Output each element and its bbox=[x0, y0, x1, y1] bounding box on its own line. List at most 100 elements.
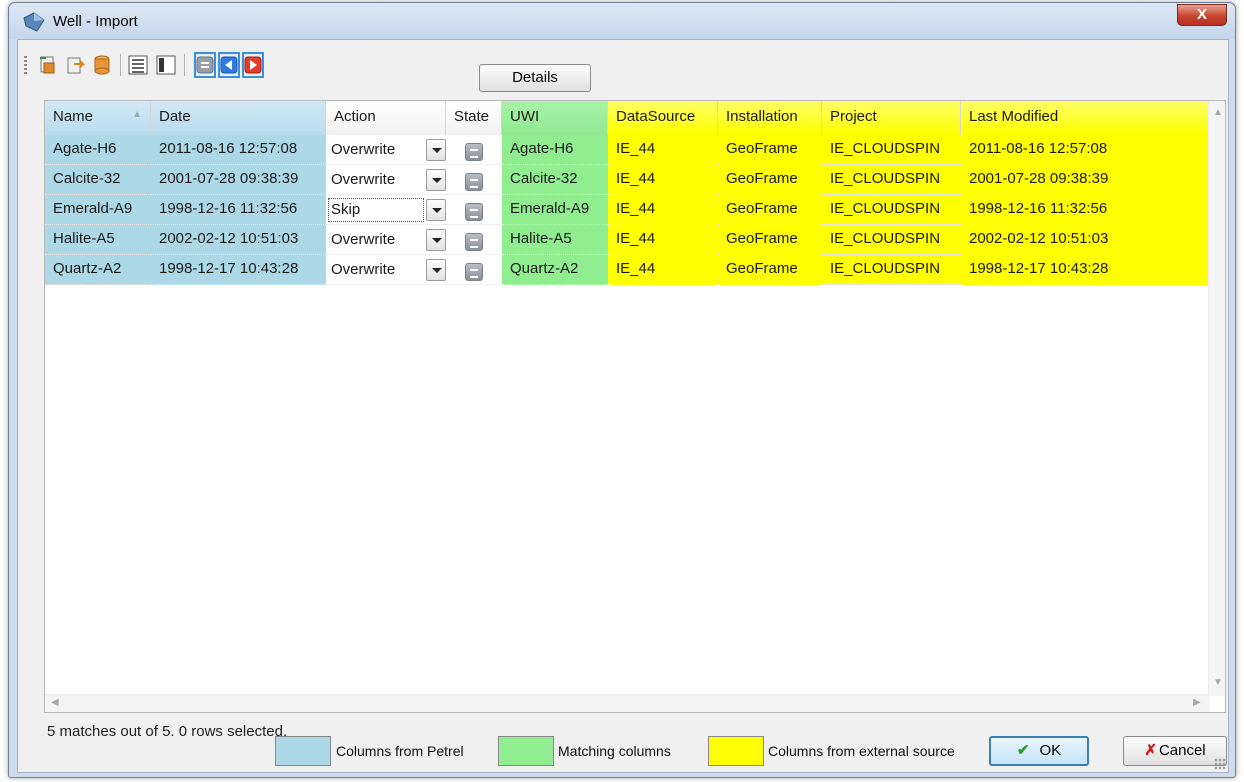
chevron-down-icon[interactable] bbox=[426, 169, 446, 191]
toolbar: Details bbox=[18, 40, 1228, 100]
action-value: Overwrite bbox=[331, 171, 396, 188]
cell-project: IE_CLOUDSPIN bbox=[822, 165, 961, 195]
legend-swatch-matching bbox=[498, 736, 554, 766]
action-dropdown[interactable]: Overwrite bbox=[328, 228, 424, 252]
column-header-name[interactable]: Name ▲ bbox=[45, 101, 151, 135]
well-icon bbox=[23, 12, 45, 32]
action-dropdown[interactable]: Overwrite bbox=[328, 258, 424, 282]
column-view-icon[interactable] bbox=[156, 54, 176, 76]
title-bar[interactable]: Well - Import X bbox=[9, 3, 1235, 39]
state-filter-button[interactable] bbox=[194, 52, 216, 78]
cell-state bbox=[446, 225, 502, 255]
legend-label-petrel: Columns from Petrel bbox=[336, 743, 464, 759]
cell-uwi: Emerald-A9 bbox=[502, 195, 608, 225]
sort-ascending-icon: ▲ bbox=[132, 109, 142, 120]
cell-last-modified: 1998-12-16 11:32:56 bbox=[961, 195, 1210, 225]
column-header-datasource[interactable]: DataSource bbox=[608, 101, 718, 135]
action-dropdown[interactable]: Overwrite bbox=[328, 168, 424, 192]
arrow-left-icon bbox=[220, 56, 238, 74]
list-view-icon[interactable] bbox=[128, 54, 148, 76]
table-row[interactable]: Halite-A5 2002-02-12 10:51:03 Overwrite … bbox=[45, 225, 1210, 255]
cell-project: IE_CLOUDSPIN bbox=[822, 255, 961, 285]
cancel-button[interactable]: ✗ Cancel bbox=[1123, 736, 1227, 766]
state-icon[interactable] bbox=[465, 233, 483, 251]
scroll-down-icon[interactable]: ▼ bbox=[1213, 677, 1223, 688]
column-header-state[interactable]: State bbox=[446, 101, 502, 135]
export-icon[interactable] bbox=[66, 54, 86, 76]
action-dropdown[interactable]: Overwrite bbox=[328, 138, 424, 162]
action-dropdown[interactable]: Skip bbox=[328, 198, 424, 222]
cell-uwi: Calcite-32 bbox=[502, 165, 608, 195]
column-header-project[interactable]: Project bbox=[822, 101, 961, 135]
horizontal-scrollbar[interactable]: ◀ ▶ bbox=[45, 694, 1210, 712]
legend-swatch-external bbox=[708, 736, 764, 766]
cell-name: Emerald-A9 bbox=[45, 195, 151, 225]
scroll-right-icon[interactable]: ▶ bbox=[1193, 697, 1201, 708]
column-header-date[interactable]: Date bbox=[151, 101, 326, 135]
cancel-icon: ✗ bbox=[1144, 742, 1157, 759]
well-grid: Name ▲ Date Action State UWI DataSource … bbox=[44, 100, 1226, 713]
legend-label-external: Columns from external source bbox=[768, 743, 955, 759]
cell-date: 1998-12-16 11:32:56 bbox=[151, 195, 326, 225]
check-icon: ✔ bbox=[1016, 742, 1030, 759]
column-header-action[interactable]: Action bbox=[326, 101, 446, 135]
cell-installation: GeoFrame bbox=[718, 225, 822, 255]
table-row[interactable]: Agate-H6 2011-08-16 12:57:08 Overwrite A… bbox=[45, 135, 1210, 165]
table-row[interactable]: Emerald-A9 1998-12-16 11:32:56 Skip Emer… bbox=[45, 195, 1210, 225]
resize-grip[interactable] bbox=[1214, 758, 1226, 770]
cell-name: Agate-H6 bbox=[45, 135, 151, 165]
cell-action: Overwrite bbox=[326, 225, 446, 255]
state-icon[interactable] bbox=[465, 173, 483, 191]
dialog-body: Details Name ▲ Date Action State UWI Dat… bbox=[17, 39, 1229, 773]
cell-project: IE_CLOUDSPIN bbox=[822, 225, 961, 255]
column-header-uwi[interactable]: UWI bbox=[502, 101, 608, 135]
ok-button[interactable]: ✔ OK bbox=[989, 736, 1089, 766]
previous-button[interactable] bbox=[218, 52, 240, 78]
close-button[interactable]: X bbox=[1177, 4, 1227, 26]
cell-datasource: IE_44 bbox=[608, 255, 718, 285]
cell-action: Skip bbox=[326, 195, 446, 225]
legend-label-matching: Matching columns bbox=[558, 743, 671, 759]
column-header-installation[interactable]: Installation bbox=[718, 101, 822, 135]
import-dialog: Well - Import X Details Name ▲ Date Acti… bbox=[8, 2, 1236, 778]
import-icon[interactable] bbox=[38, 54, 58, 76]
cell-uwi: Agate-H6 bbox=[502, 135, 608, 165]
toolbar-separator bbox=[120, 54, 121, 76]
cell-state bbox=[446, 255, 502, 285]
cell-state bbox=[446, 135, 502, 165]
chevron-down-icon[interactable] bbox=[426, 199, 446, 221]
cell-date: 1998-12-17 10:43:28 bbox=[151, 255, 326, 285]
details-button[interactable]: Details bbox=[479, 64, 591, 92]
scroll-up-icon[interactable]: ▲ bbox=[1213, 107, 1223, 118]
state-icon[interactable] bbox=[465, 203, 483, 221]
table-row[interactable]: Quartz-A2 1998-12-17 10:43:28 Overwrite … bbox=[45, 255, 1210, 285]
action-value: Skip bbox=[331, 201, 361, 218]
cell-installation: GeoFrame bbox=[718, 195, 822, 225]
toolbar-grip[interactable] bbox=[24, 56, 27, 76]
cell-date: 2011-08-16 12:57:08 bbox=[151, 135, 326, 165]
cell-name: Calcite-32 bbox=[45, 165, 151, 195]
state-filter-icon bbox=[196, 56, 214, 74]
cell-action: Overwrite bbox=[326, 165, 446, 195]
column-header-last-modified[interactable]: Last Modified bbox=[961, 101, 1210, 135]
cell-installation: GeoFrame bbox=[718, 165, 822, 195]
cell-last-modified: 2001-07-28 09:38:39 bbox=[961, 165, 1210, 195]
scroll-left-icon[interactable]: ◀ bbox=[51, 697, 59, 708]
chevron-down-icon[interactable] bbox=[426, 139, 446, 161]
cell-last-modified: 2002-02-12 10:51:03 bbox=[961, 225, 1210, 255]
chevron-down-icon[interactable] bbox=[426, 259, 446, 281]
arrow-right-icon bbox=[244, 56, 262, 74]
cell-date: 2001-07-28 09:38:39 bbox=[151, 165, 326, 195]
database-icon[interactable] bbox=[92, 54, 112, 76]
table-row[interactable]: Calcite-32 2001-07-28 09:38:39 Overwrite… bbox=[45, 165, 1210, 195]
next-button[interactable] bbox=[242, 52, 264, 78]
state-icon[interactable] bbox=[465, 263, 483, 281]
chevron-down-icon[interactable] bbox=[426, 229, 446, 251]
toolbar-separator bbox=[184, 54, 185, 76]
cell-project: IE_CLOUDSPIN bbox=[822, 195, 961, 225]
cell-date: 2002-02-12 10:51:03 bbox=[151, 225, 326, 255]
cell-name: Quartz-A2 bbox=[45, 255, 151, 285]
action-value: Overwrite bbox=[331, 261, 396, 278]
vertical-scrollbar[interactable]: ▲ ▼ bbox=[1208, 101, 1225, 696]
state-icon[interactable] bbox=[465, 143, 483, 161]
